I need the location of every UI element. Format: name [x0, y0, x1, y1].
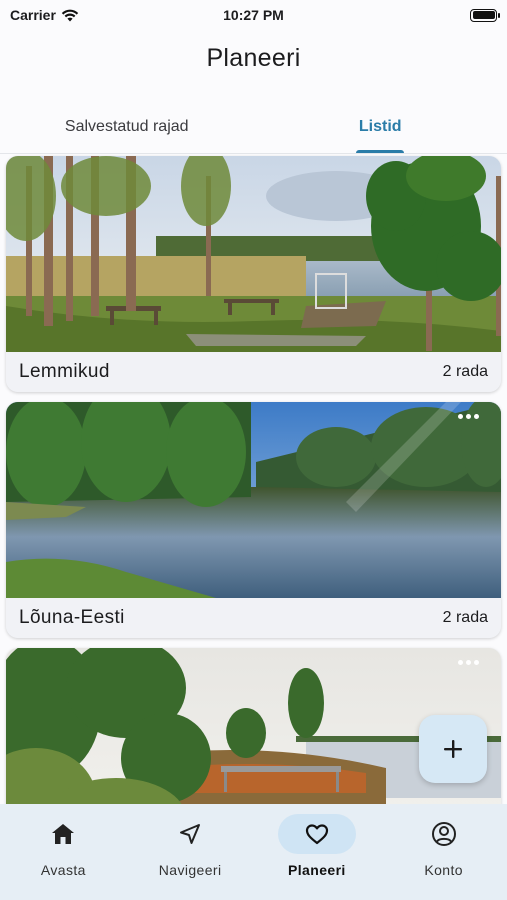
nav-label: Konto [424, 862, 463, 878]
list-name: Lõuna-Eesti [19, 607, 125, 628]
list-trail-count: 2 rada [442, 609, 488, 626]
page-title: Planeeri [206, 44, 301, 72]
tab-lists[interactable]: Listid [254, 100, 507, 153]
heart-icon [305, 824, 328, 845]
more-options-icon[interactable] [458, 414, 479, 419]
account-circle-icon [431, 822, 456, 846]
list-trail-count: 2 rada [442, 363, 488, 380]
battery-icon [470, 8, 500, 22]
list-card-louna-eesti[interactable]: Lõuna-Eesti 2 rada [6, 402, 501, 638]
list-name: Lemmikud [19, 361, 110, 382]
list-cover-image [6, 402, 501, 598]
list-cover-image [6, 156, 501, 352]
list-card-footer: Lõuna-Eesti 2 rada [6, 598, 501, 638]
more-options-icon[interactable] [458, 660, 479, 665]
lists-container: Lemmikud 2 rada Lõuna-Eesti 2 rada [6, 156, 501, 894]
nav-item-konto[interactable]: Konto [380, 814, 507, 900]
tab-label: Salvestatud rajad [64, 117, 189, 135]
nav-item-avasta[interactable]: Avasta [0, 814, 127, 900]
tab-bar: Salvestatud rajad Listid [0, 100, 507, 154]
nav-label: Avasta [40, 862, 86, 878]
tab-saved-trails[interactable]: Salvestatud rajad [0, 100, 254, 153]
status-bar: Carrier 10:27 PM [0, 0, 507, 30]
bottom-navigation: Avasta Navigeeri Planeeri Konto [0, 804, 507, 900]
add-list-button[interactable] [419, 715, 487, 783]
nav-icon-container [277, 814, 356, 854]
list-card-footer: Lemmikud 2 rada [6, 352, 501, 392]
nav-icon-container [151, 814, 229, 854]
list-card-lemmikud[interactable]: Lemmikud 2 rada [6, 156, 501, 392]
plus-icon [444, 740, 462, 758]
nav-label: Planeeri [288, 862, 346, 878]
nav-item-navigeeri[interactable]: Navigeeri [127, 814, 254, 900]
tab-label: Listid [358, 117, 402, 135]
status-time: 10:27 PM [223, 7, 284, 23]
nav-icon-container [405, 814, 483, 854]
nav-item-planeeri[interactable]: Planeeri [254, 814, 381, 900]
home-icon [52, 824, 75, 844]
nav-icon-container [24, 814, 102, 854]
nav-label: Navigeeri [158, 862, 222, 878]
navigate-arrow-icon [180, 824, 201, 844]
